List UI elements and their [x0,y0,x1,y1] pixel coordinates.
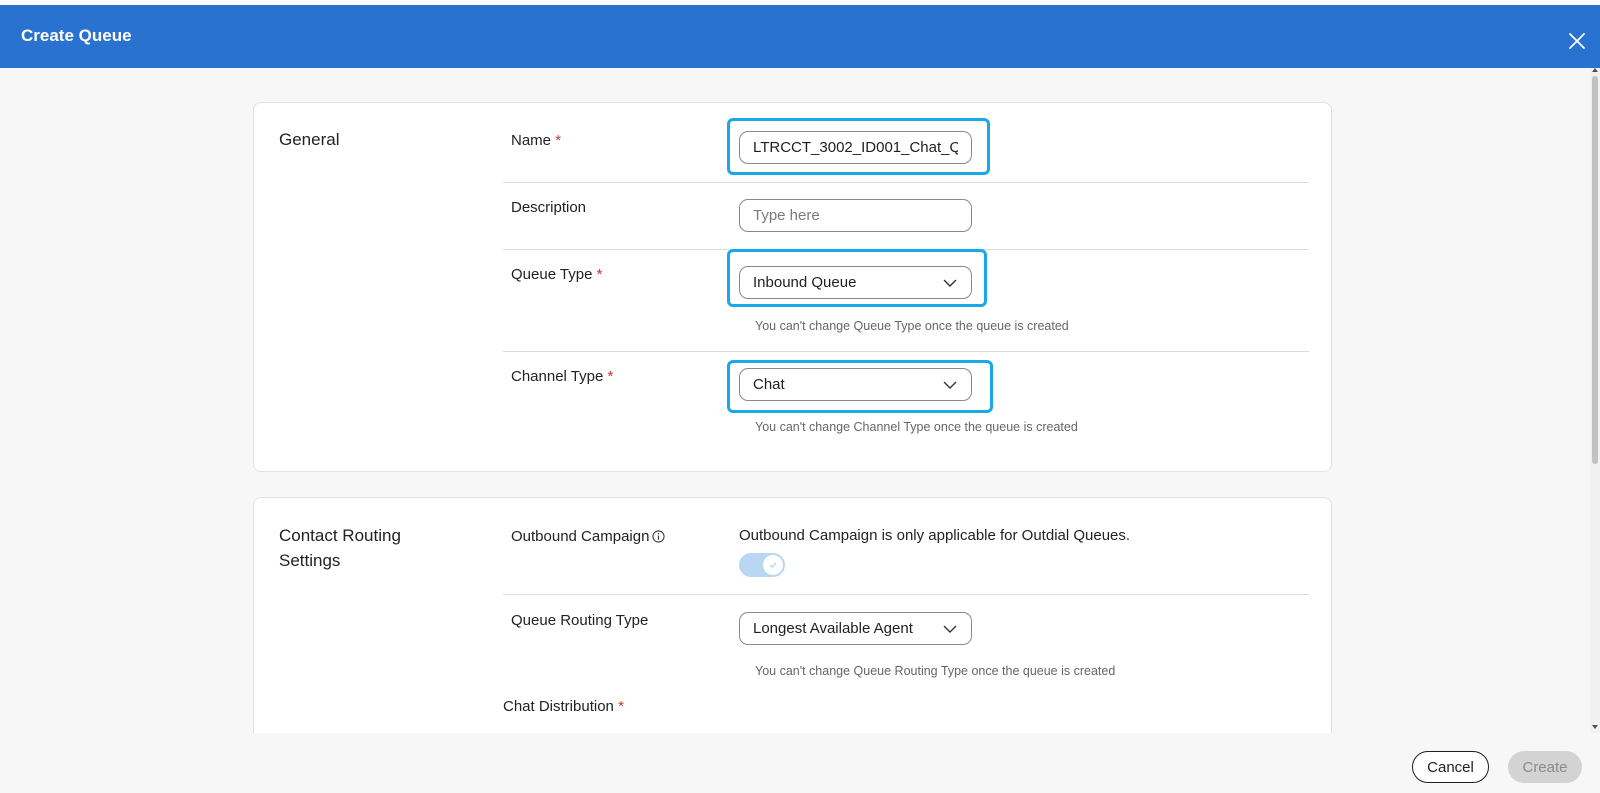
name-label: Name * [511,132,562,149]
dialog-title: Create Queue [21,26,132,45]
channel-type-hint: You can't change Channel Type once the q… [755,420,1078,434]
queue-type-label: Queue Type * [511,266,603,283]
queue-type-hint: You can't change Queue Type once the que… [755,319,1069,333]
check-icon [769,562,777,569]
dialog-header: Create Queue [0,5,1600,68]
dialog-footer: Cancel Create [0,733,1600,793]
outbound-campaign-label: Outbound Campaign [511,528,666,545]
dialog-content[interactable]: General Name * LTRCCT_3002_ID001_Chat_Qu… [0,68,1582,733]
divider [503,351,1309,352]
contact-routing-section-title: Contact Routing Settings [279,526,401,570]
queue-routing-type-hint: You can't change Queue Routing Type once… [755,664,1116,678]
chevron-down-icon [943,381,957,389]
toggle-knob [763,555,783,575]
outbound-campaign-note: Outbound Campaign is only applicable for… [739,527,1131,544]
channel-type-label: Channel Type * [511,368,614,385]
queue-type-select[interactable]: Inbound Queue [739,266,972,299]
outbound-campaign-toggle[interactable] [739,553,785,577]
description-label: Description [511,199,587,216]
scroll-down-icon[interactable] [1592,725,1598,729]
chat-distribution-label: Chat Distribution * [503,698,624,715]
cancel-button[interactable]: Cancel [1412,751,1489,783]
close-icon[interactable] [1568,32,1586,50]
create-button[interactable]: Create [1508,751,1582,783]
chevron-down-icon [943,625,957,633]
chevron-down-icon [943,279,957,287]
info-icon[interactable] [652,530,666,543]
name-input[interactable]: LTRCCT_3002_ID001_Chat_Queue [739,131,972,164]
vertical-scrollbar[interactable] [1590,68,1600,733]
queue-routing-type-select[interactable]: Longest Available Agent [739,612,972,645]
divider [503,594,1309,595]
scrollbar-thumb[interactable] [1592,76,1598,464]
general-section-card: General Name * LTRCCT_3002_ID001_Chat_Qu… [253,102,1332,472]
general-section-title: General [279,130,340,149]
contact-routing-section-card: Contact Routing Settings Outbound Campai… [253,497,1332,733]
scroll-up-icon[interactable] [1592,68,1598,72]
description-input[interactable]: Type here [739,199,972,232]
channel-type-select[interactable]: Chat [739,368,972,401]
queue-routing-type-label: Queue Routing Type [511,612,649,629]
divider [503,182,1309,183]
